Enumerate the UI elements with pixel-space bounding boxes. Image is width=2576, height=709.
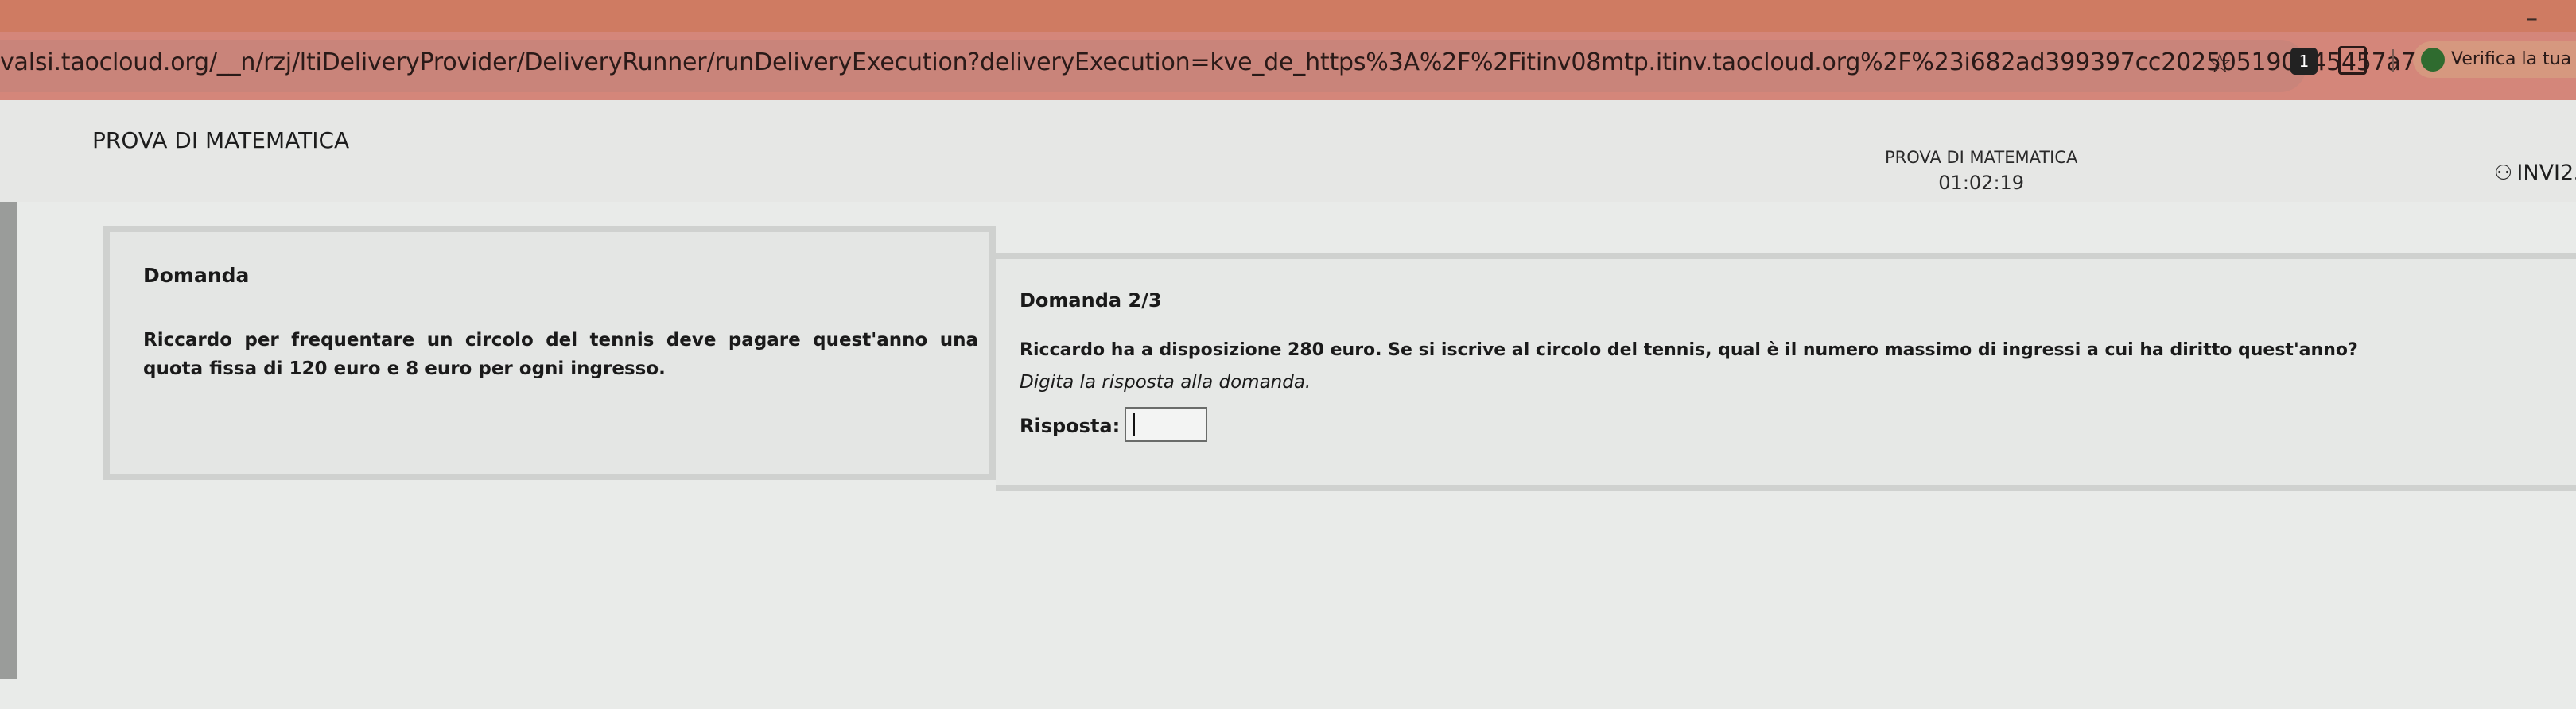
timer: PROVA DI MATEMATICA 01:02:19: [1885, 148, 2077, 194]
question-text: Riccardo ha a disposizione 280 euro. Se …: [1020, 340, 2358, 360]
left-gutter: [0, 202, 17, 679]
question-panel: Domanda 2/3 Riccardo ha a disposizione 2…: [996, 253, 2576, 491]
question-instruction: Digita la risposta alla domanda.: [1020, 372, 1311, 393]
question-number: Domanda 2/3: [1020, 289, 1162, 312]
url-text: valsi.taocloud.org/__n/rzj/ltiDeliveryPr…: [0, 48, 2482, 76]
bookmark-star-icon[interactable]: ☆: [2208, 48, 2232, 79]
user-icon: ⚇: [2494, 161, 2513, 185]
toolbar-separator: [2392, 49, 2394, 72]
timer-label: PROVA DI MATEMATICA: [1885, 148, 2078, 167]
profile-button[interactable]: Verifica la tua id: [2413, 41, 2576, 78]
screen: – valsi.taocloud.org/__n/rzj/ltiDelivery…: [0, 0, 2576, 709]
text-cursor: [1133, 413, 1135, 436]
minimize-icon[interactable]: –: [2526, 5, 2538, 33]
stimulus-text: Riccardo per frequentare un circolo del …: [143, 330, 978, 379]
extension-badge: 1: [2298, 52, 2310, 71]
share-icon[interactable]: [2338, 46, 2367, 75]
browser-tab-strip: –: [0, 0, 2576, 33]
stimulus-title: Domanda: [143, 264, 250, 287]
timer-value: 01:02:19: [1938, 172, 2025, 194]
user-id: INVI251: [2516, 161, 2576, 185]
answer-label: Risposta:: [1020, 415, 1121, 437]
address-bar[interactable]: valsi.taocloud.org/__n/rzj/ltiDeliveryPr…: [0, 40, 2482, 92]
profile-label: Verifica la tua id: [2451, 49, 2576, 69]
extension-icon[interactable]: 1: [2290, 48, 2318, 75]
user-info: ⚇ INVI251: [2494, 161, 2576, 185]
test-header: PROVA DI MATEMATICA PROVA DI MATEMATICA …: [0, 100, 2576, 204]
answer-input[interactable]: [1125, 407, 1207, 442]
test-title: PROVA DI MATEMATICA: [92, 127, 350, 153]
profile-avatar-icon: [2421, 48, 2445, 72]
test-content: Domanda Riccardo per frequentare un circ…: [0, 202, 2576, 709]
browser-toolbar: valsi.taocloud.org/__n/rzj/ltiDeliveryPr…: [0, 32, 2576, 100]
stimulus-panel: Domanda Riccardo per frequentare un circ…: [103, 226, 996, 480]
